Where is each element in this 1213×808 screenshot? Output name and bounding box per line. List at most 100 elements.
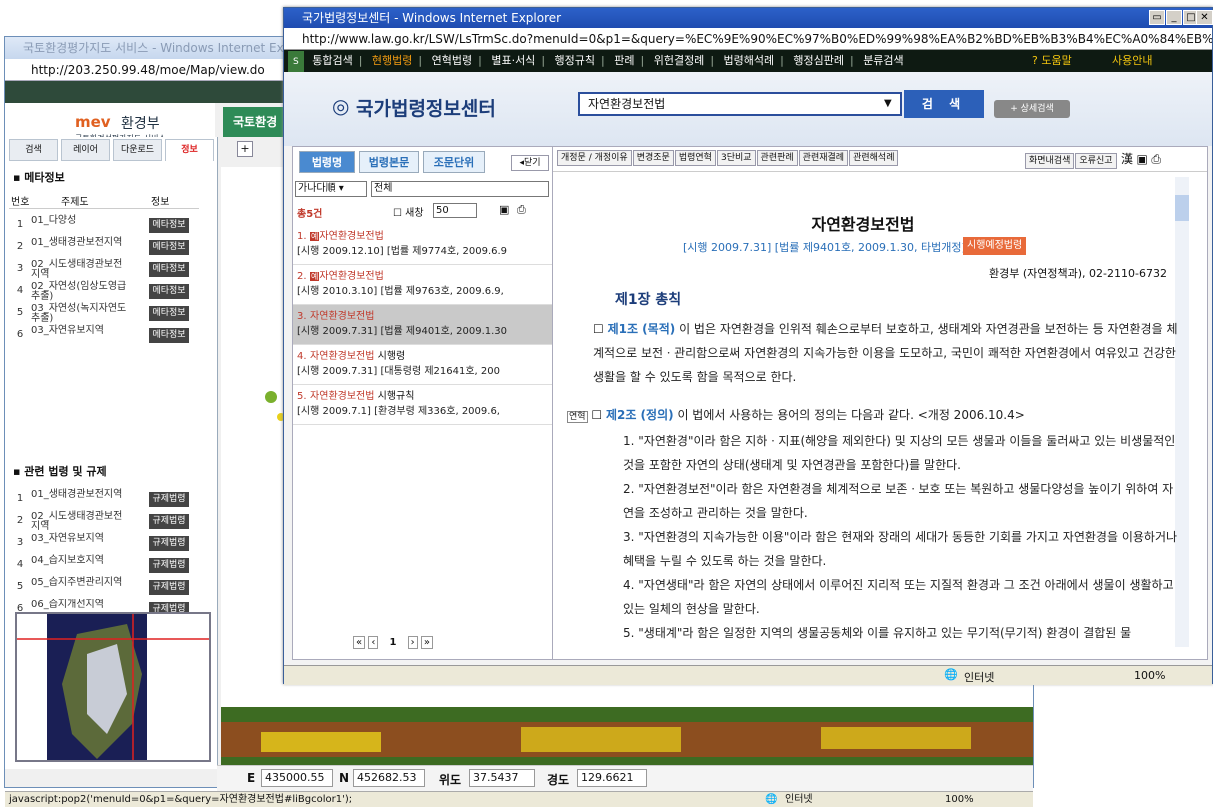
regulation-button[interactable]: 규제법령 [149, 580, 189, 595]
save-icon[interactable]: ▣ [499, 203, 509, 216]
tab-law-name[interactable]: 법령명 [299, 151, 355, 173]
print-icon[interactable]: ⎙ [1151, 152, 1161, 166]
list-item[interactable]: 5. 자연환경보전법 시행규칙 [시행 2009.7.1] [환경부령 제336… [293, 385, 553, 425]
menu-item[interactable]: 위헌결정례 [649, 50, 710, 72]
table-row: 5 05_습지주변관리지역 규제법령 [9, 577, 199, 599]
list-item: 2. "자연환경보전"이라 함은 자연환경을 체계적으로 보존ㆍ보호 또는 복원… [623, 482, 1174, 520]
status-bar: 🌐 인터넷 100% [284, 665, 1212, 685]
related-rulings-button[interactable]: 관련재결례 [798, 150, 849, 166]
search-button[interactable]: 검 색 [904, 90, 984, 118]
close-panel-button[interactable]: ◂닫기 [511, 155, 549, 171]
find-in-page-button[interactable]: 화면내검색 [1025, 153, 1075, 169]
next-page-button[interactable]: › [407, 636, 418, 649]
menu-item[interactable]: 행정규칙 [550, 50, 600, 72]
menu-item[interactable]: 별표·서식 [486, 50, 540, 72]
hanja-icon[interactable]: 漢 [1121, 152, 1133, 166]
meta-info-button[interactable]: 메타정보 [149, 284, 189, 299]
zoom-in-tool[interactable]: + [237, 141, 253, 157]
table-row: 5 03_자연성(녹지자연도 추출) 메타정보 [9, 303, 199, 325]
menu-item[interactable]: 법령해석례 [719, 50, 780, 72]
list-item[interactable]: 1. 예자연환경보전법 [시행 2009.12.10] [법률 제9774호, … [293, 225, 553, 265]
meta-info-button[interactable]: 메타정보 [149, 306, 189, 321]
document-panel: 개정문 / 개정이유 변경조문 법령연혁 3단비교 관련판례 관련재결례 관련해석례 화면내… [552, 146, 1208, 660]
first-page-button[interactable]: « [353, 636, 366, 649]
status-bar: javascript:pop2('menuId=0&p1=&query=자연환경… [5, 791, 1033, 807]
filter-select[interactable]: 전체 [371, 181, 549, 197]
menu-item[interactable]: 행정심판례 [788, 50, 849, 72]
three-way-compare-button[interactable]: 3단비교 [716, 150, 756, 166]
article-1-heading[interactable]: 제1조 (목적) [608, 322, 676, 336]
tab-article-unit[interactable]: 조문단위 [423, 151, 485, 173]
list-item-selected[interactable]: 3. 자연환경보전법 [시행 2009.7.31] [법률 제9401호, 20… [293, 305, 553, 345]
minimize-button[interactable]: _ [1166, 10, 1182, 25]
status-zoom[interactable]: 100% [1134, 669, 1165, 682]
menu-item-active[interactable]: 현행법령 [367, 50, 417, 72]
chevron-down-icon[interactable]: ▼ [884, 98, 892, 109]
table-row: 4 04_습지보호지역 규제법령 [9, 555, 199, 577]
minimap-image [17, 614, 209, 760]
tab-search[interactable]: 검색 [9, 139, 58, 161]
tab-layer[interactable]: 레이어 [61, 139, 110, 161]
law-history-button[interactable]: 법령연혁 [674, 150, 716, 166]
list-item[interactable]: 4. 자연환경보전법 시행령 [시행 2009.7.31] [대통령령 제216… [293, 345, 553, 385]
related-cases-button[interactable]: 관련판례 [756, 150, 798, 166]
upcoming-law-badge[interactable]: 시행예정법령 [963, 237, 1027, 255]
article-2-heading[interactable]: 제2조 (정의) [606, 408, 674, 422]
status-zoom[interactable]: 100% [945, 792, 974, 808]
result-list: 1. 예자연환경보전법 [시행 2009.12.10] [법률 제9774호, … [293, 225, 553, 425]
meta-info-button[interactable]: 메타정보 [149, 240, 189, 255]
menu-item[interactable]: 통합검색 [307, 50, 357, 72]
site-logo[interactable]: 국가법령정보센터 [356, 94, 496, 121]
list-item[interactable]: 2. 예자연환경보전법 [시행 2010.3.10] [법률 제9763호, 2… [293, 265, 553, 305]
save-icon[interactable]: ▣ [1137, 152, 1148, 166]
definition-list: 1. "자연환경"이라 함은 지하ㆍ지표(해양을 제외한다) 및 지상의 모든 … [623, 429, 1179, 653]
overview-minimap[interactable] [15, 612, 211, 762]
regulation-button[interactable]: 규제법령 [149, 514, 189, 529]
law-search-input[interactable]: 자연환경보전법 [578, 92, 902, 116]
tab-download[interactable]: 다운로드 [113, 139, 162, 161]
related-interpretations-button[interactable]: 관련해석례 [849, 150, 899, 166]
globe-icon: 🌐 [765, 794, 778, 805]
report-error-button[interactable]: 오류신고 [1075, 153, 1117, 169]
divider [553, 171, 1207, 172]
tab-law-body[interactable]: 법령본문 [359, 151, 419, 173]
meta-info-button[interactable]: 메타정보 [149, 262, 189, 277]
revision-reason-button[interactable]: 개정문 / 개정이유 [557, 150, 632, 166]
scrollbar-thumb[interactable] [1175, 195, 1189, 221]
meta-table: 1 01_다양성 메타정보 2 01_생태경관보전지역 메타정보 3 02_시도생태경관보… [9, 215, 199, 347]
history-tag[interactable]: 연혁 [567, 411, 588, 423]
guide-link[interactable]: 사용안내 [1112, 50, 1152, 72]
prev-page-button[interactable]: ‹ [368, 636, 379, 649]
last-page-button[interactable]: » [420, 636, 433, 649]
doc-enforcement-info: [시행 2009.7.31] [법률 제9401호, 2009.1.30, 타법… [683, 241, 966, 254]
help-link[interactable]: ? 도움말 [1032, 50, 1072, 72]
new-window-checkbox[interactable]: ☐ 새창 [393, 204, 424, 219]
mev-logo: mev [75, 113, 111, 131]
menu-item[interactable]: 판례 [609, 50, 639, 72]
changed-articles-button[interactable]: 변경조문 [632, 150, 674, 166]
law-center-window: 국가법령정보센터 - Windows Internet Explorer ▭ _… [283, 7, 1213, 685]
result-count: 총5건 [297, 209, 323, 220]
restore-button[interactable]: ▭ [1149, 10, 1165, 25]
menu-item[interactable]: 분류검색 [858, 50, 908, 72]
status-zone: 인터넷 [785, 794, 813, 805]
menu-item[interactable]: 연혁법령 [427, 50, 477, 72]
tab-info[interactable]: 정보 [165, 139, 214, 161]
current-page[interactable]: 1 [382, 637, 405, 648]
address-bar[interactable]: http://www.law.go.kr/LSW/LsTrmSc.do?menu… [284, 28, 1212, 50]
window-title: 국가법령정보센터 - Windows Internet Explorer [284, 8, 1212, 28]
sort-select[interactable]: 가나다順 ▾ [295, 181, 367, 197]
law-center-logo-icon: ◎ [332, 94, 350, 118]
close-button[interactable]: ✕ [1196, 10, 1213, 25]
list-item: 1. "자연환경"이라 함은 지하ㆍ지표(해양을 제외한다) 및 지상의 모든 … [623, 434, 1176, 472]
regulation-button[interactable]: 규제법령 [149, 492, 189, 507]
meta-info-button[interactable]: 메타정보 [149, 328, 189, 343]
meta-table-header: 번호 주제도 정보 [9, 193, 199, 209]
meta-info-button[interactable]: 메타정보 [149, 218, 189, 233]
regulation-button[interactable]: 규제법령 [149, 558, 189, 573]
print-icon[interactable]: ⎙ [517, 203, 526, 217]
home-icon[interactable]: S [288, 51, 304, 73]
page-size-select[interactable]: 50 [433, 203, 477, 218]
advanced-search-button[interactable]: + 상세검색 [994, 100, 1070, 118]
regulation-button[interactable]: 규제법령 [149, 536, 189, 551]
